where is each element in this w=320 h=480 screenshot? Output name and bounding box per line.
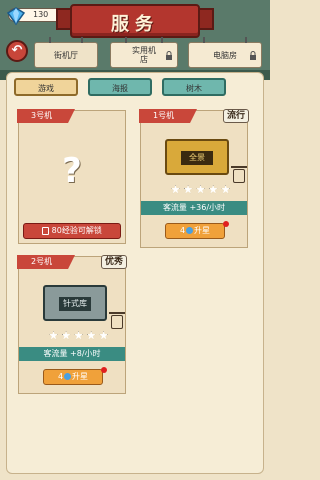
upgrade-label: 升星 <box>72 372 89 381</box>
machine-board: 针式库 <box>43 285 107 321</box>
upgrade-star-button[interactable]: 4 升星 <box>43 369 103 385</box>
machine-label: 针式库 <box>59 297 91 311</box>
tab-games[interactable]: 游戏 <box>14 78 78 96</box>
lock-icon <box>42 226 50 235</box>
tab-trees[interactable]: 树木 <box>162 78 226 96</box>
star-icon <box>49 331 58 340</box>
upgrade-label: 升星 <box>194 226 211 235</box>
notification-dot <box>101 367 107 373</box>
star-icon <box>86 331 96 340</box>
page-title: 服务 <box>111 14 159 35</box>
star-icon <box>221 185 231 194</box>
machine-tag: 3号机 <box>17 109 75 123</box>
trash-icon[interactable] <box>231 166 247 183</box>
rank-badge: 优秀 <box>100 255 127 269</box>
machine-tag: 1号机 <box>139 109 197 123</box>
machine-board: 全景 <box>165 139 229 175</box>
place-tab-pc-room[interactable]: 电脑房 <box>188 37 262 68</box>
star-icon <box>183 185 193 194</box>
hook <box>81 37 83 43</box>
place-tab-arcade[interactable]: 街机厅 <box>34 37 98 68</box>
back-arrow-icon: ↶ <box>11 43 23 58</box>
machine-tag: 2号机 <box>17 255 75 269</box>
tab-posters[interactable]: 海报 <box>88 78 152 96</box>
gem-small-icon <box>186 227 194 234</box>
title-banner: 服务 <box>70 4 200 38</box>
star-icon <box>171 185 180 194</box>
hook <box>125 37 127 43</box>
cost: 4 <box>179 226 186 235</box>
lock-icon <box>250 51 256 60</box>
hook <box>161 37 163 43</box>
machine-label: 全景 <box>181 151 213 165</box>
notification-dot <box>223 221 229 227</box>
star-icon <box>196 185 205 194</box>
trash-icon[interactable] <box>109 312 125 329</box>
unlock-label: 80经验可解锁 <box>51 226 102 235</box>
machine-card-1[interactable]: 1号机 流行 全景 客流量 +36/小时 4 升星 <box>139 109 249 248</box>
gem-value: 130 <box>33 10 49 19</box>
back-button[interactable]: ↶ <box>6 40 28 62</box>
star-icon <box>74 331 83 340</box>
upgrade-star-button[interactable]: 4 升星 <box>165 223 225 239</box>
lock-icon <box>166 51 172 60</box>
star-icon <box>61 331 71 340</box>
gem-small-icon <box>64 373 72 380</box>
flow-rate: 客流量 +8/小时 <box>19 347 125 361</box>
unlock-button[interactable]: 80经验可解锁 <box>23 223 121 239</box>
diamond-icon <box>6 7 26 26</box>
unknown-machine-icon: ? <box>62 151 82 191</box>
star-rating <box>171 185 231 196</box>
hook <box>245 37 247 43</box>
star-icon <box>99 331 109 340</box>
star-rating <box>49 331 109 342</box>
flow-rate: 客流量 +36/小时 <box>141 201 247 215</box>
hook <box>49 37 51 43</box>
hook <box>203 37 205 43</box>
star-icon <box>208 185 218 194</box>
machine-card-locked[interactable]: 3号机 ? 80经验可解锁 <box>17 109 126 244</box>
place-tab-label: 街机厅 <box>54 51 78 60</box>
rank-badge: 流行 <box>222 109 249 123</box>
cost: 4 <box>57 372 64 381</box>
machine-card-2[interactable]: 2号机 优秀 针式库 客流量 +8/小时 4 升星 <box>17 255 127 394</box>
place-tab-utility[interactable]: 实用机 店 <box>110 37 178 68</box>
